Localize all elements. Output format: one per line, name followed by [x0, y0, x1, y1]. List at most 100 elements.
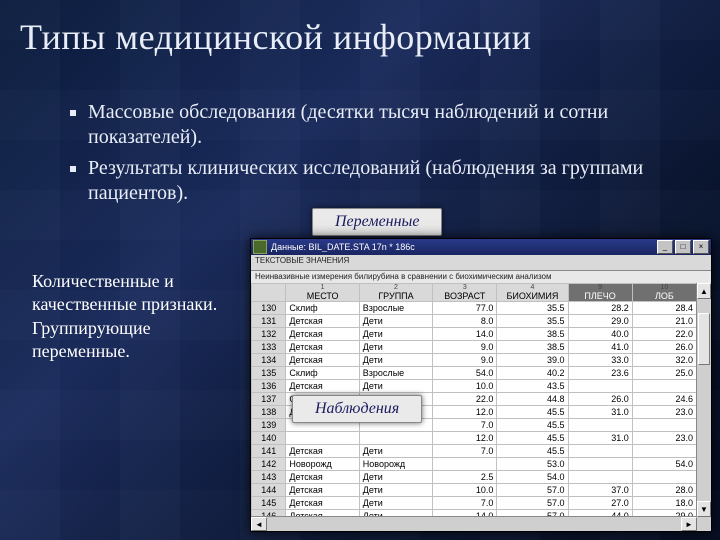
- minimize-button[interactable]: _: [657, 240, 673, 254]
- cell[interactable]: 24.6: [632, 393, 696, 406]
- table-row[interactable]: 145ДетскаяДети7.057.027.018.0: [252, 497, 697, 510]
- cell[interactable]: 77.0: [433, 302, 497, 315]
- cell[interactable]: 45.5: [497, 445, 568, 458]
- cell[interactable]: Дети: [359, 328, 432, 341]
- column-header[interactable]: 10ЛОБ: [632, 284, 696, 302]
- cell[interactable]: 40.0: [568, 328, 632, 341]
- cell[interactable]: Дети: [359, 445, 432, 458]
- cell[interactable]: 27.0: [568, 497, 632, 510]
- cell[interactable]: 23.6: [568, 367, 632, 380]
- cell[interactable]: Детская: [286, 315, 359, 328]
- cell[interactable]: 35.5: [497, 315, 568, 328]
- cell[interactable]: Дети: [359, 380, 432, 393]
- cell[interactable]: 37.0: [568, 484, 632, 497]
- cell[interactable]: 44.8: [497, 393, 568, 406]
- cell[interactable]: [568, 471, 632, 484]
- row-header[interactable]: 135: [252, 367, 286, 380]
- cell[interactable]: 12.0: [433, 406, 497, 419]
- cell[interactable]: 7.0: [433, 445, 497, 458]
- cell[interactable]: Дети: [359, 497, 432, 510]
- cell[interactable]: 23.0: [632, 432, 696, 445]
- row-header[interactable]: 130: [252, 302, 286, 315]
- cell[interactable]: 25.0: [632, 367, 696, 380]
- cell[interactable]: Детская: [286, 484, 359, 497]
- cell[interactable]: [359, 432, 432, 445]
- cell[interactable]: Дети: [359, 341, 432, 354]
- column-header[interactable]: 4БИОХИМИЯ: [497, 284, 568, 302]
- cell[interactable]: Детская: [286, 471, 359, 484]
- cell[interactable]: 57.0: [497, 497, 568, 510]
- cell[interactable]: Новорожд: [359, 458, 432, 471]
- cell[interactable]: Склиф: [286, 302, 359, 315]
- row-header[interactable]: 142: [252, 458, 286, 471]
- cell[interactable]: 31.0: [568, 406, 632, 419]
- row-header[interactable]: 138: [252, 406, 286, 419]
- cell[interactable]: 38.5: [497, 328, 568, 341]
- cell[interactable]: 38.5: [497, 341, 568, 354]
- table-row[interactable]: 144ДетскаяДети10.057.037.028.0: [252, 484, 697, 497]
- cell[interactable]: Детская: [286, 328, 359, 341]
- cell[interactable]: 35.5: [497, 302, 568, 315]
- cell[interactable]: Новорожд: [286, 458, 359, 471]
- table-row[interactable]: 133ДетскаяДети9.038.541.026.0: [252, 341, 697, 354]
- table-row[interactable]: 134ДетскаяДети9.039.033.032.0: [252, 354, 697, 367]
- cell[interactable]: 40.2: [497, 367, 568, 380]
- table-row[interactable]: 130СклифВзрослые77.035.528.228.4: [252, 302, 697, 315]
- cell[interactable]: 23.0: [632, 406, 696, 419]
- table-row[interactable]: 136ДетскаяДети10.043.5: [252, 380, 697, 393]
- cell[interactable]: 2.5: [433, 471, 497, 484]
- cell[interactable]: [568, 380, 632, 393]
- cell[interactable]: [632, 419, 696, 432]
- column-header[interactable]: 1МЕСТО: [286, 284, 359, 302]
- cell[interactable]: 31.0: [568, 432, 632, 445]
- cell[interactable]: 29.0: [568, 315, 632, 328]
- cell[interactable]: 7.0: [433, 419, 497, 432]
- row-header[interactable]: 143: [252, 471, 286, 484]
- cell[interactable]: 54.0: [433, 367, 497, 380]
- cell[interactable]: Дети: [359, 471, 432, 484]
- cell[interactable]: 18.0: [632, 497, 696, 510]
- table-row[interactable]: 131ДетскаяДети8.035.529.021.0: [252, 315, 697, 328]
- cell[interactable]: Дети: [359, 484, 432, 497]
- cell[interactable]: 12.0: [433, 432, 497, 445]
- scroll-up-icon[interactable]: ▲: [697, 283, 711, 299]
- cell[interactable]: 22.0: [632, 328, 696, 341]
- cell[interactable]: [568, 445, 632, 458]
- scroll-left-icon[interactable]: ◄: [251, 517, 267, 531]
- cell[interactable]: Детская: [286, 354, 359, 367]
- row-header[interactable]: 137: [252, 393, 286, 406]
- column-header[interactable]: 2ГРУППА: [359, 284, 432, 302]
- cell[interactable]: [632, 471, 696, 484]
- maximize-button[interactable]: □: [675, 240, 691, 254]
- row-header[interactable]: 136: [252, 380, 286, 393]
- vertical-scrollbar[interactable]: ▲ ▼: [696, 283, 711, 517]
- row-header[interactable]: 132: [252, 328, 286, 341]
- scroll-thumb[interactable]: [698, 313, 710, 365]
- scroll-down-icon[interactable]: ▼: [697, 501, 711, 517]
- cell[interactable]: 28.2: [568, 302, 632, 315]
- cell[interactable]: 53.0: [497, 458, 568, 471]
- cell[interactable]: 45.5: [497, 406, 568, 419]
- row-header[interactable]: 131: [252, 315, 286, 328]
- scroll-right-icon[interactable]: ►: [681, 517, 697, 531]
- row-header[interactable]: 134: [252, 354, 286, 367]
- cell[interactable]: Взрослые: [359, 302, 432, 315]
- table-row[interactable]: 142НоворождНоворожд53.054.0: [252, 458, 697, 471]
- cell[interactable]: [632, 445, 696, 458]
- table-row[interactable]: 135СклифВзрослые54.040.223.625.0: [252, 367, 697, 380]
- column-header[interactable]: 3ВОЗРАСТ: [433, 284, 497, 302]
- cell[interactable]: 45.5: [497, 432, 568, 445]
- cell[interactable]: 14.0: [433, 328, 497, 341]
- cell[interactable]: 9.0: [433, 341, 497, 354]
- cell[interactable]: 28.4: [632, 302, 696, 315]
- row-header[interactable]: 141: [252, 445, 286, 458]
- row-header[interactable]: 139: [252, 419, 286, 432]
- cell[interactable]: 9.0: [433, 354, 497, 367]
- cell[interactable]: Взрослые: [359, 367, 432, 380]
- cell[interactable]: Детская: [286, 445, 359, 458]
- cell[interactable]: Дети: [359, 354, 432, 367]
- cell[interactable]: 32.0: [632, 354, 696, 367]
- cell[interactable]: Детская: [286, 497, 359, 510]
- row-header[interactable]: 133: [252, 341, 286, 354]
- cell[interactable]: 26.0: [568, 393, 632, 406]
